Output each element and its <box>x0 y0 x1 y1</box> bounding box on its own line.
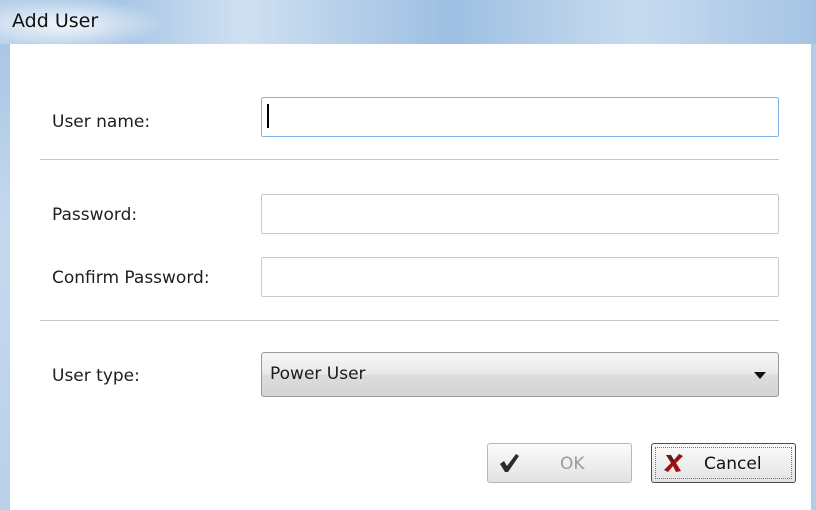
divider-2 <box>40 320 779 321</box>
user-type-label: User type: <box>52 366 140 386</box>
window-title: Add User <box>12 10 99 32</box>
user-type-value: Power User <box>270 364 366 384</box>
divider-1 <box>40 159 779 160</box>
confirm-password-label: Confirm Password: <box>52 268 210 288</box>
text-caret <box>267 104 269 128</box>
username-label: User name: <box>52 112 151 132</box>
confirm-password-input[interactable] <box>261 257 779 297</box>
x-mark-icon <box>664 454 683 472</box>
password-label: Password: <box>52 205 138 225</box>
title-bar[interactable]: Add User <box>0 0 816 44</box>
window-frame-right <box>811 44 816 510</box>
cancel-button-label: Cancel <box>704 454 762 474</box>
ok-button-label: OK <box>560 454 585 474</box>
checkmark-icon <box>500 454 519 472</box>
username-input[interactable] <box>261 97 779 137</box>
user-type-select[interactable]: Power User <box>261 352 779 397</box>
ok-button[interactable]: OK <box>487 443 632 483</box>
chevron-down-icon[interactable] <box>754 372 766 379</box>
password-input[interactable] <box>261 194 779 234</box>
cancel-button[interactable]: Cancel <box>651 443 796 483</box>
window-frame-left <box>0 44 10 510</box>
